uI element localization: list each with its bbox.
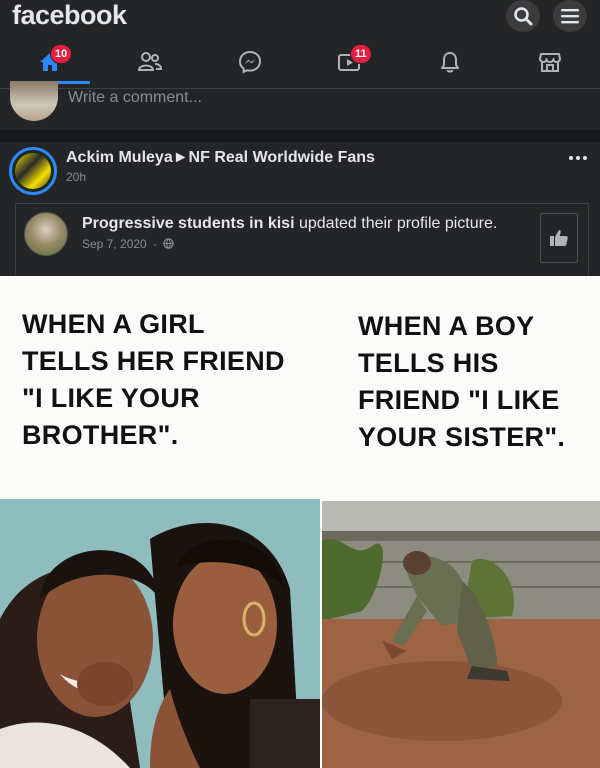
like-page-button[interactable] (540, 213, 578, 263)
avatar (10, 81, 58, 121)
mud-illustration (322, 501, 600, 768)
photo-two-girls (0, 499, 320, 768)
girls-illustration (0, 499, 320, 768)
post-author[interactable]: Ackim Muleya►NF Real Worldwide Fans (66, 149, 375, 167)
nav-home[interactable]: 10 (0, 40, 100, 84)
page-avatar[interactable] (9, 147, 57, 195)
feed-post: Ackim Muleya►NF Real Worldwide Fans 20h … (0, 142, 600, 276)
nav-friends[interactable] (100, 40, 200, 84)
search-icon (514, 7, 533, 26)
more-dot-icon (569, 156, 573, 160)
post-image[interactable]: WHEN A GIRL TELLS HER FRIEND "I LIKE YOU… (0, 276, 600, 768)
menu-button[interactable] (553, 0, 587, 32)
photo-boy-in-mud (322, 501, 600, 768)
shared-post-card[interactable]: Progressive students in kisi updated the… (15, 203, 589, 276)
menu-icon (561, 9, 579, 24)
shared-page-name[interactable]: Progressive students in kisi (82, 215, 295, 232)
more-options-button[interactable] (566, 148, 590, 168)
main-nav: 10 11 (0, 40, 600, 86)
watch-badge: 11 (350, 44, 372, 64)
comment-input[interactable]: Write a comment... (68, 89, 202, 107)
comment-composer: Write a comment... (0, 81, 600, 130)
shared-page-avatar[interactable] (24, 212, 68, 256)
page-avatar-image (15, 153, 51, 189)
search-button[interactable] (506, 0, 540, 32)
home-badge: 10 (50, 44, 73, 64)
top-bar: facebook 10 11 (0, 0, 600, 88)
globe-icon (163, 238, 175, 249)
meme-caption-right: WHEN A BOY TELLS HIS FRIEND "I LIKE YOUR… (358, 311, 566, 452)
more-dot-icon (576, 156, 580, 160)
nav-notifications[interactable] (400, 40, 500, 84)
facebook-logo[interactable]: facebook (12, 0, 127, 31)
meme-caption-left: WHEN A GIRL TELLS HER FRIEND "I LIKE YOU… (22, 309, 285, 450)
messenger-icon (238, 50, 262, 74)
thumbs-up-icon (550, 230, 568, 246)
nav-messenger[interactable] (200, 40, 300, 84)
shared-action-text: updated their profile picture. (294, 215, 498, 232)
friends-icon (137, 52, 163, 71)
post-timestamp[interactable]: 20h (66, 170, 86, 184)
shared-post-headline: Progressive students in kisi updated the… (82, 215, 497, 233)
bell-icon (441, 52, 459, 73)
nav-watch[interactable]: 11 (300, 40, 400, 84)
marketplace-icon (539, 53, 561, 72)
shared-post-date[interactable]: Sep 7, 2020 (82, 237, 147, 251)
more-dot-icon (583, 156, 587, 160)
nav-marketplace[interactable] (500, 40, 600, 84)
shared-post-meta: Sep 7, 2020 · (82, 237, 175, 251)
feed-separator (0, 130, 600, 142)
meta-separator: · (153, 237, 158, 251)
